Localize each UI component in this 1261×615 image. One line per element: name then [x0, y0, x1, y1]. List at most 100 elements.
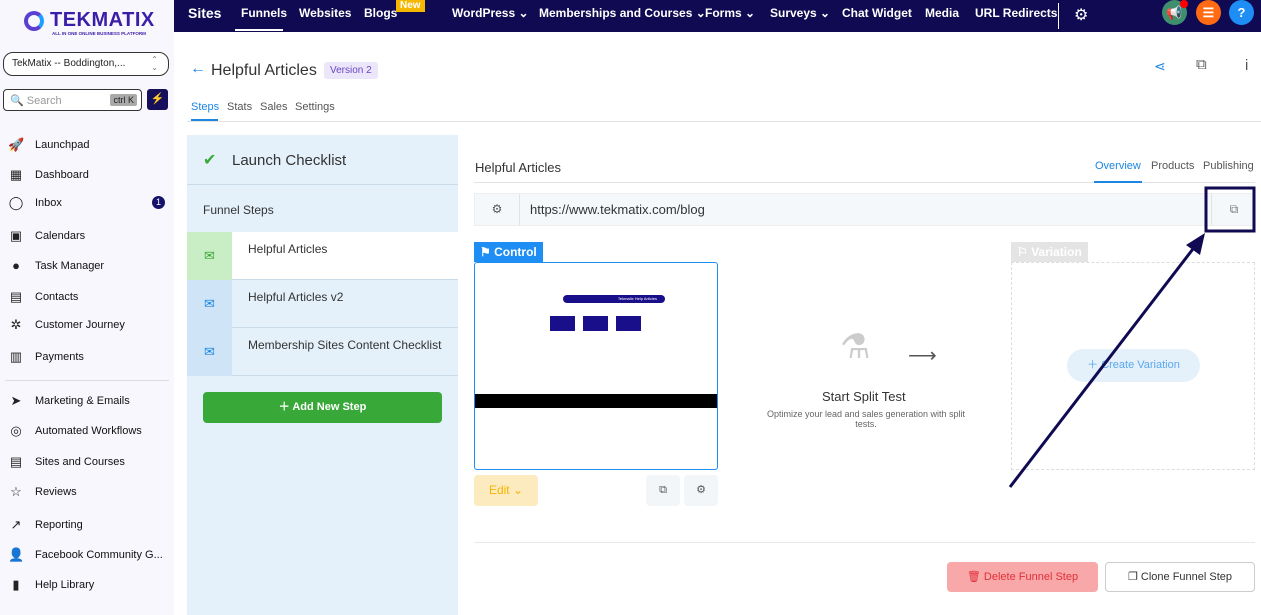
search-input[interactable]: 🔍 Search ctrl K	[3, 89, 142, 111]
chevron-down-icon: ⌄	[820, 6, 831, 20]
funnel-step[interactable]: ✉ Helpful Articles v2	[187, 280, 458, 328]
topnav-label: Chat Widget	[842, 6, 912, 20]
sidebar-item-label: Reporting	[35, 519, 83, 531]
preview-footer	[475, 394, 717, 408]
clone-funnel-step-button[interactable]: ❐ Clone Funnel Step	[1105, 562, 1255, 592]
control-preview[interactable]: Tekmatix Help Articles	[474, 262, 718, 470]
sidebar-item-label: Inbox	[35, 197, 62, 209]
sidebar-item[interactable]: 🚀 Launchpad	[0, 133, 174, 157]
sidebar-item-label: Calendars	[35, 230, 86, 242]
split-test-description: Optimize your lead and sales generation …	[766, 409, 966, 429]
sidebar-item-label: Automated Workflows	[35, 425, 142, 437]
clone-label: Clone Funnel Step	[1140, 571, 1233, 583]
funnel-step[interactable]: ✉ Membership Sites Content Checklist	[187, 328, 458, 376]
gear-icon: ⚙	[491, 202, 503, 216]
tab-settings[interactable]: Settings	[295, 101, 335, 113]
user-plus-icon: 👤	[8, 547, 25, 562]
preview-title: Tekmatix Help Articles	[563, 295, 665, 303]
logo[interactable]: TEKMATIX ALL IN ONE ONLINE BUSINESS PLATF…	[22, 8, 162, 36]
topnav-item[interactable]: Surveys ⌄	[770, 6, 830, 20]
info-icon[interactable]: i	[1245, 57, 1248, 74]
edit-button[interactable]: Edit ⌄	[474, 475, 538, 506]
url-bar: ⚙ https://www.tekmatix.com/blog ⧉	[474, 193, 1255, 226]
sidebar-item[interactable]: ➤ Marketing & Emails	[0, 389, 174, 413]
steps-panel: ✔ Launch Checklist Funnel Steps ✉ Helpful…	[187, 135, 458, 615]
notification-dot	[1180, 0, 1188, 8]
topnav-item[interactable]: Memberships and Courses ⌄	[539, 6, 706, 20]
sidebar-item[interactable]: ▣ Calendars	[0, 224, 174, 248]
tab-steps[interactable]: Steps	[191, 101, 219, 113]
topnav-item[interactable]: Funnels	[241, 6, 287, 20]
sidebar-item[interactable]: ◯ Inbox 1	[0, 191, 174, 215]
sidebar-item[interactable]: ▤ Contacts	[0, 285, 174, 309]
tab-products[interactable]: Products	[1151, 160, 1194, 172]
sites-icon: ▤	[9, 454, 23, 469]
external-link-icon[interactable]: ⧉	[1196, 56, 1207, 73]
bolt-icon: ⚡	[150, 93, 165, 105]
chevron-down-icon: ⌄	[745, 6, 756, 20]
sidebar-item[interactable]: ▮ Help Library	[0, 573, 174, 597]
help-icon[interactable]: ?	[1229, 0, 1254, 25]
topnav-item[interactable]: URL Redirects	[975, 6, 1057, 20]
divider	[5, 380, 169, 381]
delete-label: Delete Funnel Step	[983, 571, 1079, 583]
tasks-icon[interactable]: ☰	[1196, 0, 1221, 25]
sidebar-item[interactable]: ▥ Payments	[0, 345, 174, 369]
topnav-item[interactable]: WordPress ⌄	[452, 6, 529, 20]
topnav-label: Surveys	[770, 6, 817, 20]
new-badge: New	[396, 0, 425, 12]
check-circle-icon: ●	[12, 258, 20, 273]
funnel-step[interactable]: ✉ Helpful Articles	[187, 232, 458, 280]
sidebar-item[interactable]: ✲ Customer Journey	[0, 313, 174, 337]
topnav-item[interactable]: Forms ⌄	[705, 6, 755, 20]
preview-external-button[interactable]: ⧉	[646, 475, 680, 506]
rocket-icon: 🚀	[8, 137, 25, 152]
account-switcher[interactable]: TekMatix -- Boddington,... ⌃ ⌄	[3, 52, 169, 76]
control-label: ⚑ Control	[474, 242, 543, 262]
tab-overview[interactable]: Overview	[1095, 160, 1141, 172]
sidebar-item[interactable]: ☆ Reviews	[0, 480, 174, 504]
sidebar-item-label: Task Manager	[35, 260, 105, 272]
grid-icon: ▦	[9, 167, 23, 182]
sidebar-item[interactable]: ▤ Sites and Courses	[0, 450, 174, 474]
open-url-button[interactable]: ⧉	[1211, 194, 1256, 225]
step-label: Helpful Articles	[248, 242, 328, 256]
back-arrow-icon[interactable]: ←	[190, 60, 206, 78]
preview-card	[583, 316, 608, 331]
topnav-label: Blogs	[364, 6, 398, 20]
sidebar-item[interactable]: 👤 Facebook Community G...	[0, 543, 174, 567]
gear-icon: ⚙	[696, 484, 706, 496]
topnav-item[interactable]: Chat Widget	[842, 6, 912, 20]
step-url[interactable]: https://www.tekmatix.com/blog	[530, 202, 705, 217]
topnav-label: Forms	[705, 6, 742, 20]
step-label: Helpful Articles v2	[248, 290, 344, 304]
sidebar-item[interactable]: ▦ Dashboard	[0, 163, 174, 187]
delete-funnel-step-button[interactable]: 🗑 Delete Funnel Step	[947, 562, 1098, 592]
launch-checklist[interactable]: Launch Checklist	[232, 152, 346, 169]
topnav-item[interactable]: Media	[925, 6, 959, 20]
url-settings-button[interactable]: ⚙	[475, 194, 520, 225]
sidebar-item-label: Customer Journey	[35, 319, 125, 331]
tab-stats[interactable]: Stats	[227, 101, 252, 113]
topnav-label: URL Redirects	[975, 6, 1058, 20]
settings-icon[interactable]: ⚙	[1074, 5, 1088, 25]
sidebar-item[interactable]: ● Task Manager	[0, 254, 174, 278]
sidebar-item-label: Reviews	[35, 486, 77, 498]
preview-settings-button[interactable]: ⚙	[684, 475, 718, 506]
sidebar-item-label: Help Library	[35, 579, 95, 591]
add-new-step-button[interactable]: ＋ Add New Step	[203, 392, 442, 423]
workflow-icon: ◎	[10, 423, 22, 438]
create-variation-button[interactable]: ＋ Create Variation	[1067, 349, 1200, 382]
sidebar-item[interactable]: ◎ Automated Workflows	[0, 419, 174, 443]
sidebar-item-label: Contacts	[35, 291, 79, 303]
sidebar-item[interactable]: ↗ Reporting	[0, 513, 174, 537]
share-icon[interactable]: ⋖	[1154, 58, 1166, 75]
topnav-item[interactable]: Websites	[299, 6, 351, 20]
account-name: TekMatix -- Boddington,...	[12, 58, 126, 69]
tab-sales[interactable]: Sales	[260, 101, 288, 113]
email-icon: ✉	[187, 280, 232, 328]
tab-publishing[interactable]: Publishing	[1203, 160, 1254, 172]
email-icon: ✉	[187, 328, 232, 376]
topnav-item[interactable]: Blogs	[364, 6, 397, 20]
quick-action-button[interactable]: ⚡	[147, 89, 168, 110]
